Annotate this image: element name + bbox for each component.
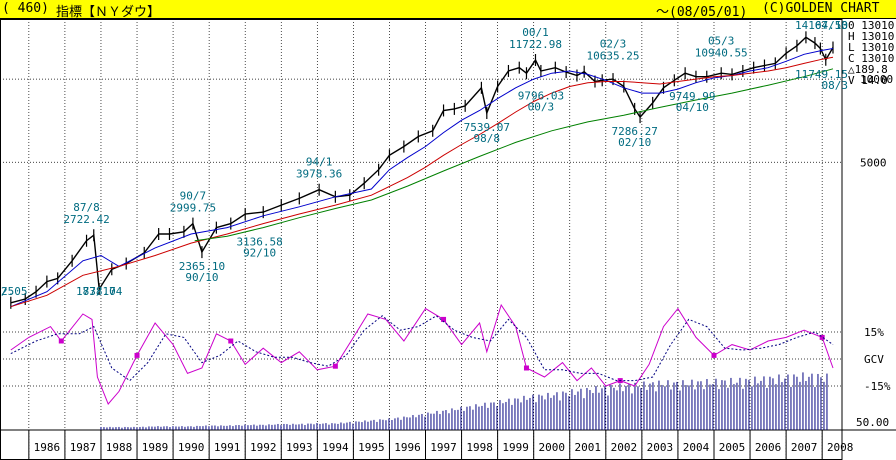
x-tick-label: 2008 bbox=[827, 441, 854, 454]
x-tick-label: 2006 bbox=[755, 441, 782, 454]
x-tick-label: 1988 bbox=[106, 441, 133, 454]
y-tick-label: 5000 bbox=[860, 156, 887, 169]
x-tick-label: 1998 bbox=[466, 441, 493, 454]
x-tick-label: 2003 bbox=[647, 441, 674, 454]
copyright: (C)GOLDEN CHART bbox=[762, 1, 880, 16]
price-annotation: 90/10 bbox=[185, 271, 218, 284]
price-annotation: 08/3 bbox=[822, 79, 849, 92]
oscillator-tick-label: 15% bbox=[864, 326, 884, 339]
x-tick-label: 1995 bbox=[358, 441, 385, 454]
oscillator-tick-label: GCV bbox=[864, 353, 884, 366]
x-tick-label: 1987 bbox=[70, 441, 97, 454]
series-ma_short bbox=[10, 48, 834, 308]
x-tick-label: 1989 bbox=[142, 441, 169, 454]
x-tick-label: 1986 bbox=[34, 441, 61, 454]
oscillator-marker bbox=[332, 363, 338, 369]
price-annotation: 02/10 bbox=[618, 136, 651, 149]
oscillator-marker bbox=[228, 338, 234, 344]
price-annotation: 11722.98 bbox=[509, 38, 562, 51]
series-ma_long bbox=[194, 68, 834, 242]
price-annotation: 14164.53 bbox=[795, 19, 848, 32]
price-annotation: 10635.25 bbox=[587, 50, 640, 63]
oscillator-tick-label: -15% bbox=[864, 380, 891, 393]
volume-tick-label: 50.00 bbox=[856, 416, 889, 429]
code-label: ( 460) bbox=[2, 1, 49, 16]
x-tick-label: 2004 bbox=[683, 441, 710, 454]
x-tick-label: 1996 bbox=[394, 441, 421, 454]
volume-bars bbox=[100, 372, 828, 430]
oscillator-marker bbox=[711, 352, 717, 358]
price-annotation: 92/10 bbox=[243, 247, 276, 260]
x-tick-label: 1999 bbox=[502, 441, 529, 454]
ohlc-panel: 0 13010H 13010L 13010C 13010△189.8V 14.0 bbox=[848, 19, 894, 87]
price-annotation: 2999.75 bbox=[170, 202, 216, 215]
price-annotation: 98/8 bbox=[474, 132, 501, 145]
series-oscillator_signal bbox=[10, 315, 834, 382]
chart-header: ( 460) 指標【ＮＹダウ】 ～(08/05/01) (C)GOLDEN CH… bbox=[0, 0, 896, 20]
oscillator-marker bbox=[523, 365, 529, 371]
price-annotation: /5 bbox=[1, 285, 14, 298]
x-tick-label: 2002 bbox=[611, 441, 638, 454]
price-annotation: 10940.55 bbox=[695, 46, 748, 59]
chart-title: 指標【ＮＹダウ】 bbox=[56, 5, 161, 20]
x-tick-label: 1990 bbox=[178, 441, 205, 454]
x-tick-label: 1992 bbox=[250, 441, 277, 454]
chart-annotations: 87/82722.421738.7487/1090/72999.752365.1… bbox=[1, 19, 848, 298]
x-tick-label: 2000 bbox=[538, 441, 565, 454]
price-annotation: 00/3 bbox=[528, 101, 555, 114]
ohlc-v: V 14.0 bbox=[848, 74, 888, 87]
x-tick-label: 2007 bbox=[791, 441, 818, 454]
chart-series bbox=[10, 31, 834, 405]
stock-chart: 87/82722.421738.7487/1090/72999.752365.1… bbox=[0, 19, 896, 460]
x-tick-label: 1994 bbox=[322, 441, 349, 454]
grid bbox=[0, 19, 896, 460]
oscillator-marker bbox=[134, 352, 140, 358]
date-range: ～(08/05/01) bbox=[656, 5, 748, 20]
x-tick-label: 1993 bbox=[286, 441, 313, 454]
oscillator-marker bbox=[58, 338, 64, 344]
x-tick-label: 2005 bbox=[719, 441, 746, 454]
price-annotation: 2722.42 bbox=[63, 213, 109, 226]
x-tick-label: 1991 bbox=[214, 441, 241, 454]
price-annotation: 04/10 bbox=[676, 101, 709, 114]
x-tick-label: 1997 bbox=[430, 441, 457, 454]
price-annotation: 3978.36 bbox=[296, 168, 342, 181]
x-tick-label: 2001 bbox=[575, 441, 602, 454]
price-annotation: 87/10 bbox=[83, 285, 116, 298]
